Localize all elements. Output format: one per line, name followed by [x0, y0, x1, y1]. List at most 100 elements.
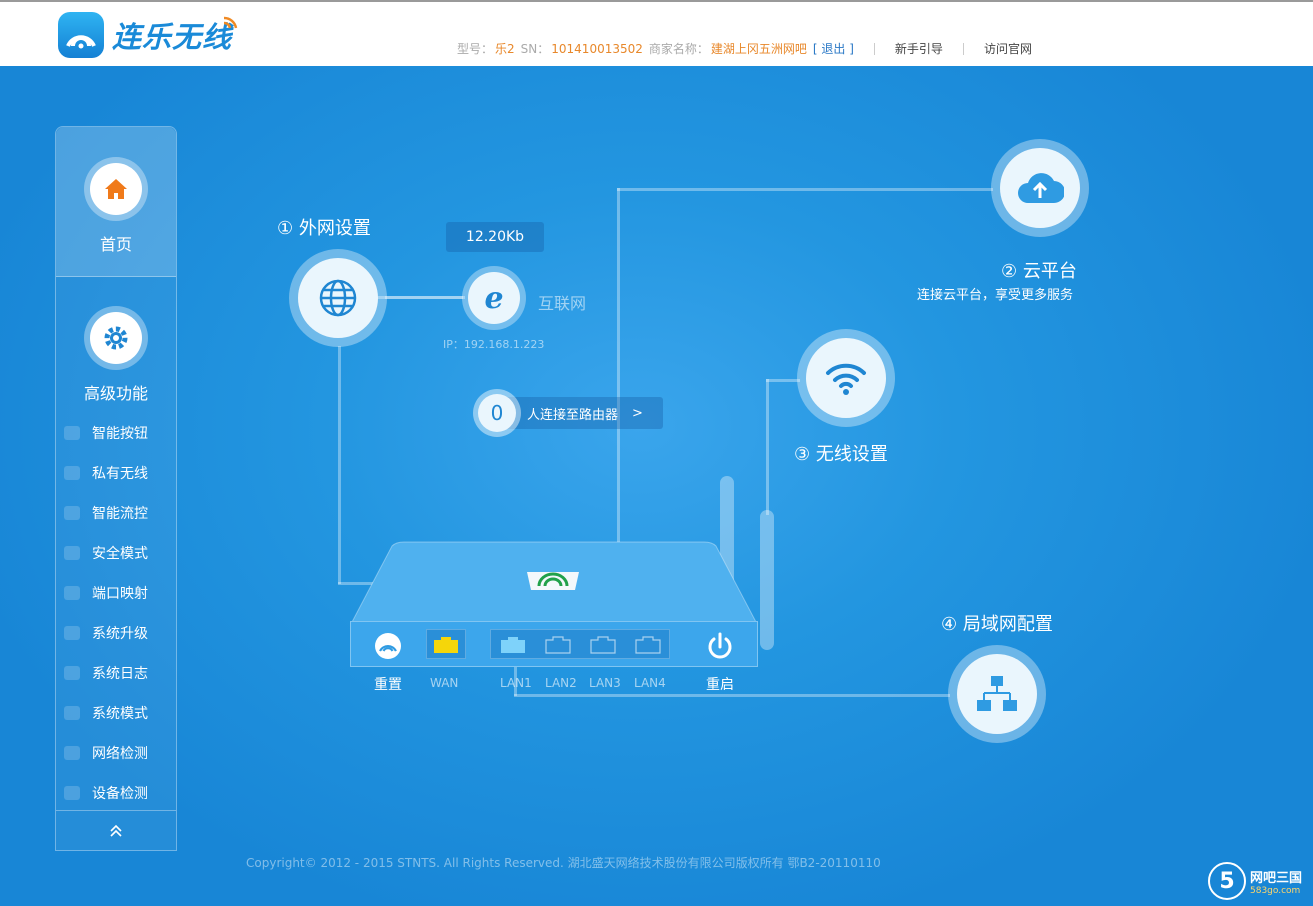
sidebar-item-label: 端口映射	[92, 586, 148, 602]
reset-button[interactable]	[374, 632, 402, 660]
cloud-platform-title[interactable]: ② 云平台	[1001, 257, 1077, 283]
sidebar-item-port-mapping[interactable]: 端口映射	[64, 582, 174, 604]
sidebar-item-private-wireless[interactable]: 私有无线	[64, 462, 174, 484]
sidebar-item-label: 系统升级	[92, 626, 148, 642]
cloud-platform-button[interactable]	[991, 139, 1089, 237]
connected-users-text: 人连接至路由器	[527, 407, 619, 423]
connector-line	[338, 346, 341, 584]
sidebar-item-label: 系统模式	[92, 706, 148, 722]
sidebar-item-label: 设备检测	[92, 786, 148, 802]
sidebar-collapse-button[interactable]	[56, 810, 176, 850]
logo-text: 连乐无线	[112, 20, 233, 54]
connector-line	[385, 296, 465, 299]
flow-control-icon	[64, 506, 80, 520]
sidebar-item-system-mode[interactable]: 系统模式	[64, 702, 174, 724]
model-value: 乐2	[495, 42, 515, 56]
sidebar-item-device-check[interactable]: 设备检测	[64, 782, 174, 804]
wifi-icon	[826, 363, 866, 395]
lan3-port-icon[interactable]	[590, 636, 616, 654]
reset-label: 重置	[374, 677, 402, 693]
port-mapping-icon	[64, 586, 80, 600]
divider	[873, 42, 875, 55]
safe-mode-icon	[64, 546, 80, 560]
power-icon[interactable]	[706, 632, 734, 662]
wan-port-icon[interactable]	[433, 636, 459, 654]
speed-indicator: 12.20Kb	[446, 222, 544, 252]
lan-config-title[interactable]: ④ 局域网配置	[941, 610, 1053, 636]
upgrade-icon	[64, 626, 80, 640]
connected-count-circle: 0	[473, 389, 521, 437]
cloud-platform-subtitle: 连接云平台，享受更多服务	[917, 288, 1074, 303]
sn-label: SN：	[520, 42, 550, 56]
wireless-settings-button[interactable]	[797, 329, 895, 427]
smart-button-icon	[64, 426, 80, 440]
device-info: 型号： 乐2 SN： 101410013502 商家名称： 建湖上冈五洲网吧 […	[457, 40, 1032, 57]
home-icon-circle	[84, 157, 148, 221]
copyright-text: Copyright© 2012 - 2015 STNTS. All Rights…	[246, 856, 881, 870]
lan3-label: LAN3	[589, 676, 621, 690]
wifi-signal-icon	[223, 16, 238, 29]
watermark-name: 网吧三国	[1250, 870, 1303, 886]
connector-line	[617, 188, 620, 544]
internet-status: e	[462, 266, 526, 330]
double-chevron-up-icon	[110, 824, 122, 837]
top-header: 连乐无线 型号： 乐2 SN： 101410013502 商家名称： 建湖上冈五…	[0, 0, 1313, 66]
sidebar-item-system-log[interactable]: 系统日志	[64, 662, 174, 684]
lan2-port-icon[interactable]	[545, 636, 571, 654]
home-label: 首页	[99, 235, 132, 254]
lan1-port-icon[interactable]	[500, 636, 526, 654]
connected-users-button[interactable]: 0 人连接至路由器 >	[473, 389, 663, 437]
divider	[962, 42, 964, 55]
main-area	[0, 66, 1313, 906]
sidebar-item-upgrade[interactable]: 系统升级	[64, 622, 174, 644]
merchant-value: 建湖上冈五洲网吧	[710, 42, 807, 56]
device-check-icon	[64, 786, 80, 800]
sidebar-item-label: 安全模式	[92, 546, 148, 562]
guide-link[interactable]: 新手引导	[895, 40, 943, 57]
sidebar: 首页 高级功能 智能按钮 私有无线 智能流控 安全模式 端口映射 系统升级 系统…	[55, 126, 177, 851]
chevron-right-icon: >	[632, 405, 643, 421]
sidebar-item-label: 私有无线	[92, 466, 148, 482]
model-label: 型号：	[457, 42, 494, 56]
router-antenna	[760, 510, 774, 650]
lan4-label: LAN4	[634, 676, 666, 690]
wan-settings-button[interactable]	[289, 249, 387, 347]
wan-settings-title[interactable]: ① 外网设置	[277, 214, 371, 240]
lan1-label: LAN1	[500, 676, 532, 690]
lan4-port-icon[interactable]	[635, 636, 661, 654]
gear-icon-circle	[84, 306, 148, 370]
logo[interactable]: 连乐无线	[58, 12, 232, 58]
private-wireless-icon	[64, 466, 80, 480]
network-check-icon	[64, 746, 80, 760]
wireless-settings-title[interactable]: ③ 无线设置	[794, 440, 888, 466]
log-icon	[64, 666, 80, 680]
lan2-label: LAN2	[545, 676, 577, 690]
sidebar-item-smart-button[interactable]: 智能按钮	[64, 422, 174, 444]
router-logo-icon	[527, 572, 579, 590]
official-site-link[interactable]: 访问官网	[984, 40, 1032, 57]
globe-icon	[319, 279, 357, 317]
home-icon	[105, 179, 127, 199]
connected-count: 0	[478, 394, 516, 432]
ie-icon: e	[468, 272, 520, 324]
sidebar-item-home[interactable]: 首页	[56, 127, 176, 277]
watermark-site: 583go.com	[1250, 885, 1301, 896]
connector-line	[766, 379, 769, 515]
cloud-upload-icon	[1018, 173, 1064, 203]
sidebar-item-safe-mode[interactable]: 安全模式	[64, 542, 174, 564]
internet-label: 互联网	[538, 294, 587, 313]
logo-icon	[58, 12, 104, 58]
watermark-logo: 5	[1208, 862, 1246, 900]
sidebar-item-flow-control[interactable]: 智能流控	[64, 502, 174, 524]
connector-line	[766, 379, 800, 382]
ip-address: IP：192.168.1.223	[443, 338, 545, 351]
sidebar-item-network-check[interactable]: 网络检测	[64, 742, 174, 764]
merchant-label: 商家名称：	[648, 42, 709, 56]
connector-line	[617, 188, 993, 191]
lan-config-button[interactable]	[948, 645, 1046, 743]
gear-icon	[104, 326, 128, 350]
connector-line	[514, 694, 950, 697]
logout-link[interactable]: [ 退出 ]	[813, 40, 854, 57]
sidebar-item-label: 智能按钮	[92, 426, 148, 442]
sidebar-item-label: 网络检测	[92, 746, 148, 762]
